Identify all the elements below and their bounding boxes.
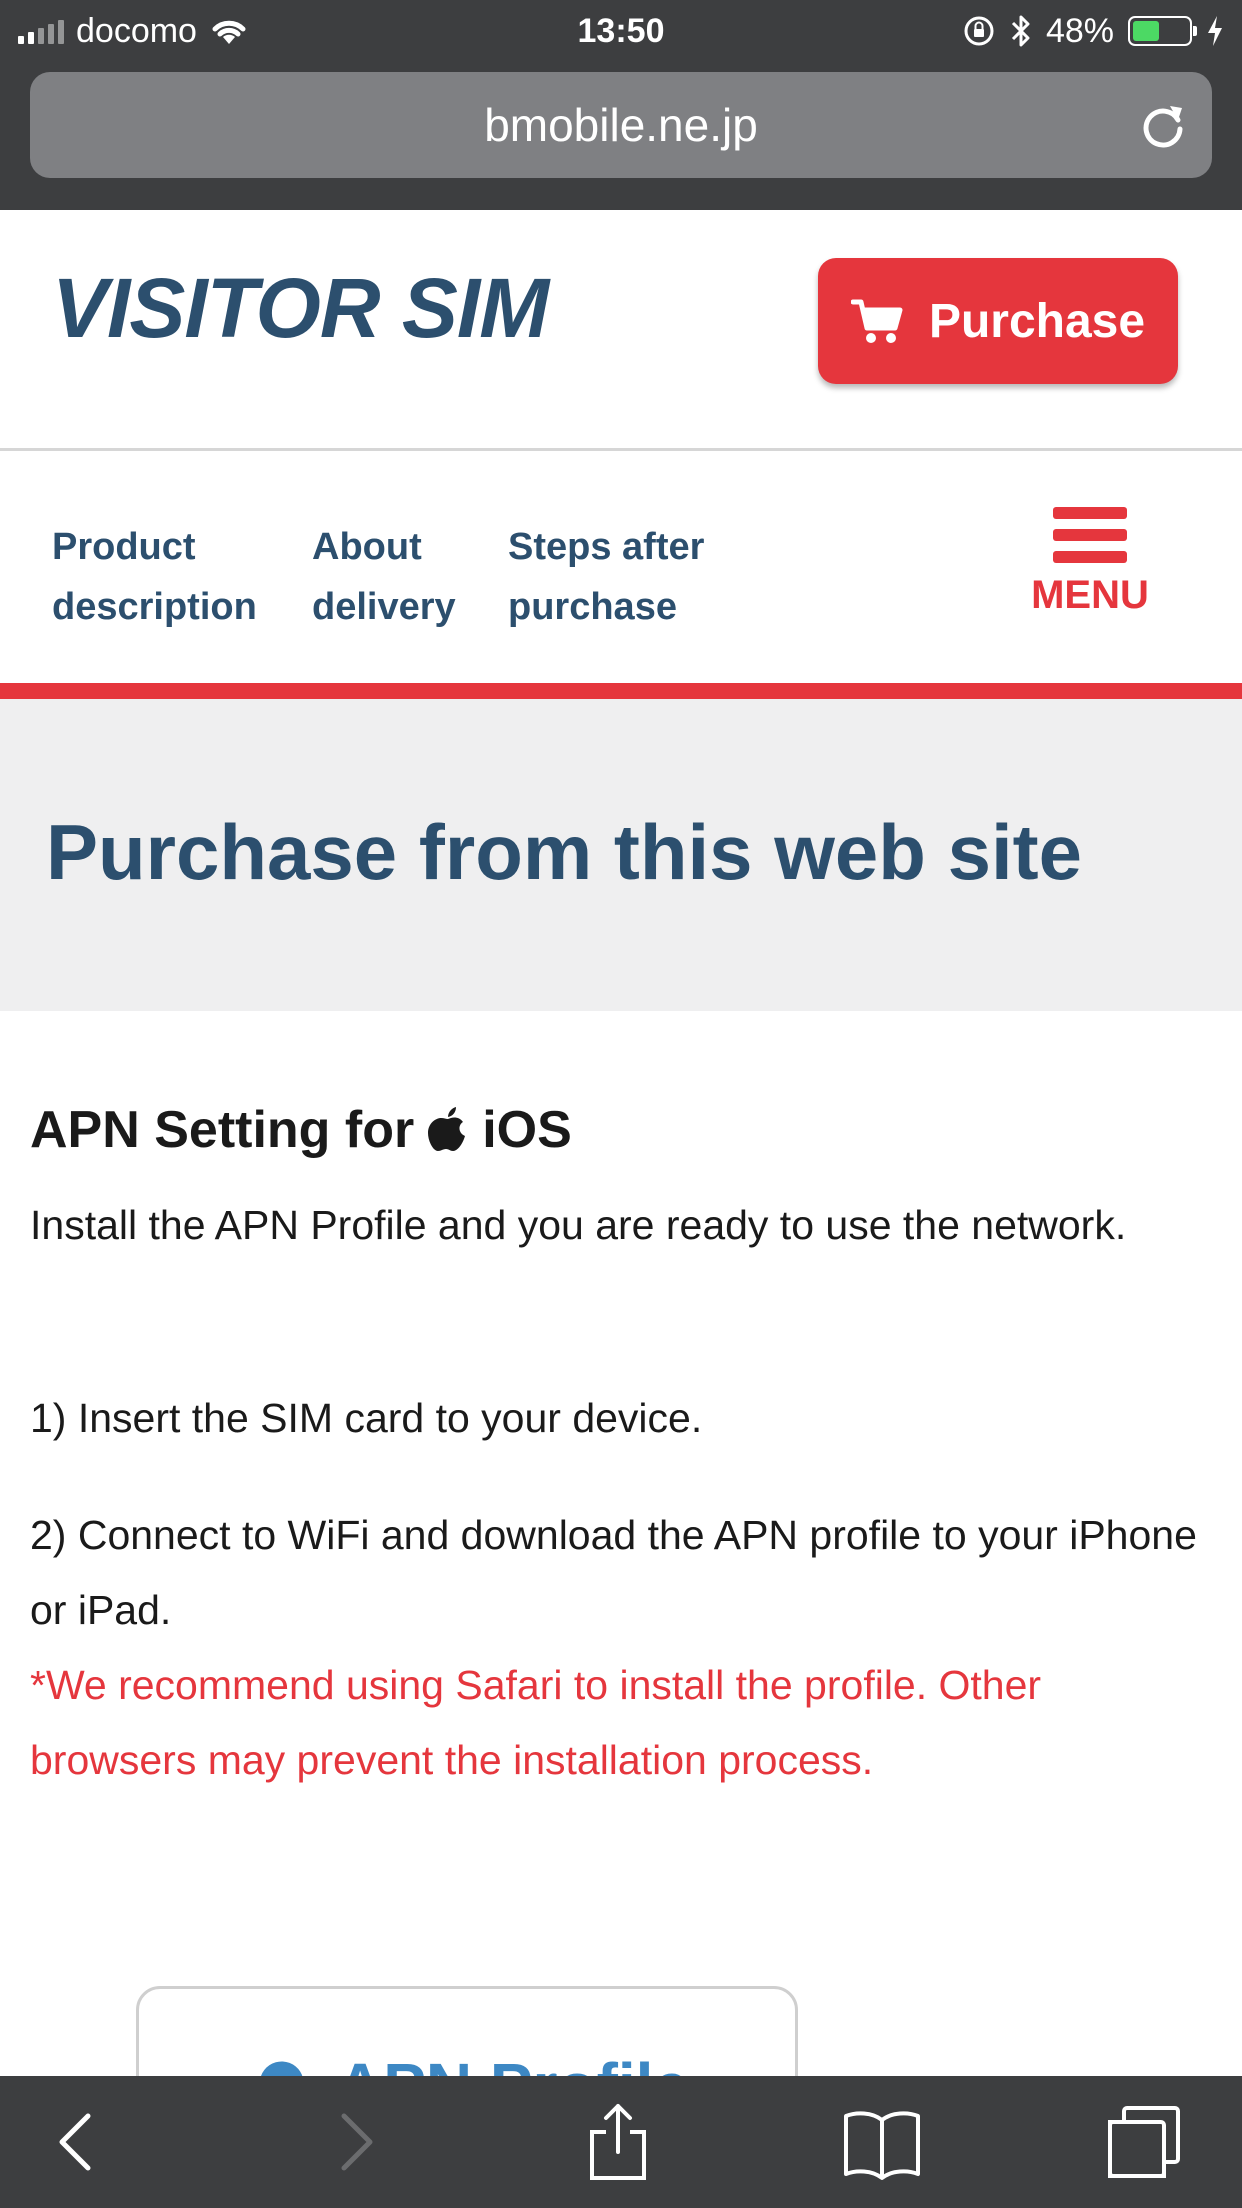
nav-item-label: delivery <box>312 586 456 628</box>
nav-divider <box>0 683 1242 699</box>
nav-item-product-description[interactable]: Product description <box>52 517 257 637</box>
menu-button[interactable]: MENU <box>1010 507 1170 647</box>
nav-item-label: description <box>52 586 257 628</box>
step-1-text: 1) Insert the SIM card to your device. <box>30 1395 703 1441</box>
browser-toolbar <box>0 2076 1242 2208</box>
forward-icon[interactable] <box>314 2102 394 2182</box>
cart-icon <box>850 299 903 343</box>
step-2-text: 2) Connect to WiFi and download the APN … <box>30 1512 1197 1633</box>
nav-item-label: Steps after <box>508 526 705 568</box>
purchase-button[interactable]: Purchase <box>818 258 1178 384</box>
reload-icon[interactable] <box>1136 98 1190 152</box>
section-heading-text: APN Setting for <box>30 1101 415 1159</box>
status-bar: docomo 13:50 48% <box>0 0 1242 62</box>
section-heading-os: iOS <box>482 1101 572 1159</box>
back-icon[interactable] <box>38 2102 118 2182</box>
bookmarks-icon[interactable] <box>842 2102 922 2182</box>
site-nav: Product description About delivery Steps… <box>0 451 1242 683</box>
intro-text: Install the APN Profile and you are read… <box>30 1202 1127 1248</box>
share-icon[interactable] <box>578 2102 658 2182</box>
section-heading: APN Setting for iOS <box>30 1100 1210 1160</box>
site-logo[interactable]: VISITOR SIM <box>52 260 549 357</box>
menu-label: MENU <box>1031 573 1149 617</box>
url-text[interactable]: bmobile.ne.jp <box>30 72 1212 178</box>
nav-item-label: About <box>312 526 422 568</box>
battery-icon <box>1128 16 1197 46</box>
nav-item-label: purchase <box>508 586 677 628</box>
url-bar[interactable]: bmobile.ne.jp <box>30 72 1212 178</box>
purchase-button-label: Purchase <box>928 294 1146 348</box>
page-title: Purchase from this web site <box>46 808 1082 896</box>
main-content: APN Setting for iOS Install the APN Prof… <box>30 1100 1210 1798</box>
tabs-icon[interactable] <box>1104 2102 1184 2182</box>
site-header: VISITOR SIM Purchase <box>0 210 1242 451</box>
apple-icon <box>428 1107 466 1151</box>
nav-item-label: Product <box>52 526 196 568</box>
battery-percent: 48% <box>1045 11 1114 50</box>
nav-item-about-delivery[interactable]: About delivery <box>312 517 456 637</box>
orientation-lock-icon <box>964 16 994 46</box>
nav-item-steps-after-purchase[interactable]: Steps after purchase <box>508 517 704 637</box>
browser-chrome-top: docomo 13:50 48% bmobile.ne.jp <box>0 0 1242 210</box>
bluetooth-icon <box>1011 15 1030 47</box>
hamburger-icon <box>1053 507 1127 563</box>
charging-icon <box>1208 16 1222 46</box>
status-right: 48% <box>962 8 1224 54</box>
page-hero: Purchase from this web site <box>0 699 1242 1011</box>
safari-warning: *We recommend using Safari to install th… <box>30 1662 1042 1783</box>
